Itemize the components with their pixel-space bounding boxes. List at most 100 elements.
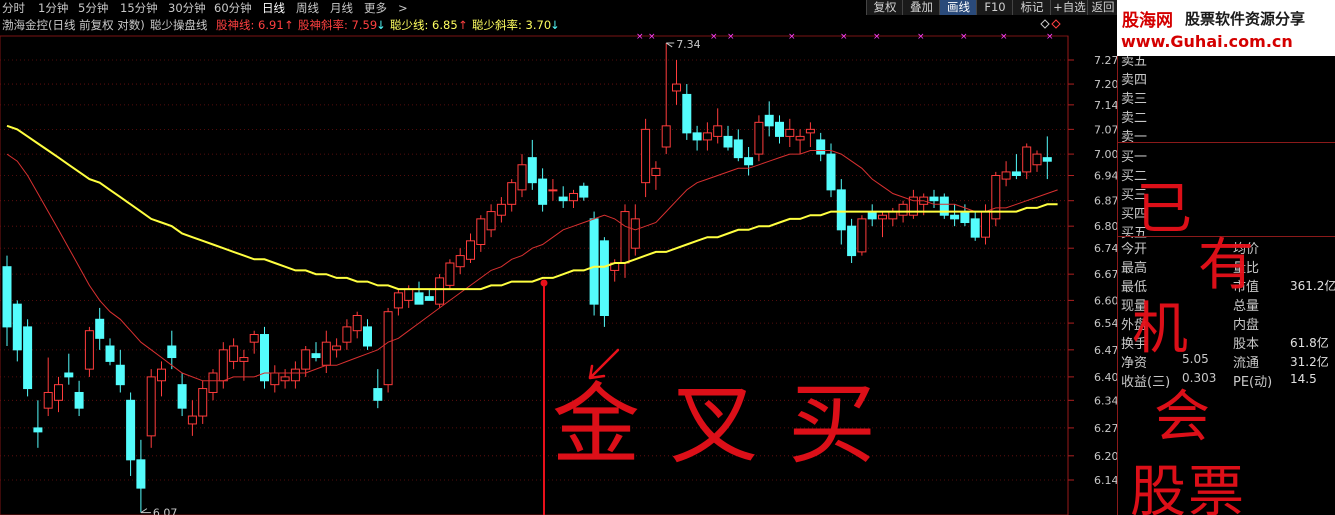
low-pointer xyxy=(140,508,151,514)
candle-body-15 xyxy=(157,368,166,382)
period-tab-1[interactable]: 1分钟 xyxy=(38,0,68,16)
toolbar-button-3[interactable]: F10 xyxy=(976,0,1013,15)
candle-body-42 xyxy=(435,277,445,305)
hand-side-char-1: 有 xyxy=(1198,233,1254,298)
period-tab-9[interactable]: 更多 xyxy=(364,0,387,16)
candle-body-7 xyxy=(74,391,84,409)
toolbar-button-5[interactable]: +自选 xyxy=(1050,0,1088,15)
price-tick-17: 6.14 xyxy=(1094,474,1117,487)
candle-body-101 xyxy=(1042,157,1052,162)
formula-name[interactable]: 聪少操盘线 xyxy=(150,17,208,33)
price-tick-7: 6.80 xyxy=(1094,220,1117,233)
candle-body-27 xyxy=(280,376,290,382)
candle-body-17 xyxy=(177,384,187,409)
period-tab-5[interactable]: 60分钟 xyxy=(214,0,252,16)
candle-body-82 xyxy=(847,225,857,257)
candle-body-11 xyxy=(115,364,125,386)
candle-body-20 xyxy=(208,372,218,393)
stock-title[interactable]: 渤海金控(日线 前复权 对数) xyxy=(2,17,145,33)
candle-body-97 xyxy=(1001,171,1011,180)
candle-body-34 xyxy=(352,314,362,332)
candle-body-85 xyxy=(878,214,887,220)
period-tab-4[interactable]: 30分钟 xyxy=(168,0,206,16)
candle-body-45 xyxy=(466,240,475,260)
candle-body-61 xyxy=(630,218,640,249)
candle-body-93 xyxy=(960,211,970,224)
candle-body-24 xyxy=(249,334,259,343)
candle-body-70 xyxy=(723,135,733,148)
panel-handwriting: 已有机会股票 xyxy=(1130,177,1254,515)
toolbar-button-2[interactable]: 画线 xyxy=(939,0,977,15)
signal-marker-2: × xyxy=(710,32,718,42)
signal-marker-0: × xyxy=(636,32,644,42)
signal-marker-6: × xyxy=(873,32,881,42)
price-tick-5: 6.94 xyxy=(1094,169,1117,182)
candle-body-1 xyxy=(12,303,22,351)
candle-body-50 xyxy=(517,164,527,191)
period-tab-8[interactable]: 月线 xyxy=(330,0,353,16)
price-tick-10: 6.60 xyxy=(1094,294,1117,307)
kline-chart[interactable]: 7.27 7.20 7.14 7.07 7.00 6.94 6.87 6.80 6.74 6.67… xyxy=(0,0,1117,515)
candle-body-5 xyxy=(54,384,63,401)
period-tab-7[interactable]: 周线 xyxy=(296,0,319,16)
handwritten-annotation: 金叉买 xyxy=(540,279,876,515)
candle-body-38 xyxy=(393,292,403,309)
candle-body-65 xyxy=(672,83,681,92)
price-tick-14: 6.34 xyxy=(1094,394,1117,407)
period-toolbar: 分时 1分钟 5分钟 15分钟 30分钟 60分钟 日线 周线 月线 更多 > 复权 叠加 画线 F10 标记… xyxy=(0,0,1118,16)
candle-body-31 xyxy=(321,341,331,366)
price-tick-16: 6.20 xyxy=(1094,450,1117,463)
candle-body-98 xyxy=(1011,171,1021,176)
candle-body-18 xyxy=(187,415,197,425)
indicator-info-bar: 渤海金控(日线 前复权 对数) 聪少操盘线 股神线: 6.91 ↑ 股神斜率: … xyxy=(0,17,1070,33)
chart-frame xyxy=(0,35,1069,515)
toolbar-button-1[interactable]: 叠加 xyxy=(902,0,940,15)
gs-up-arrow-icon: ↑ xyxy=(284,18,294,32)
price-tick-6: 6.87 xyxy=(1094,195,1117,208)
candle-body-26 xyxy=(270,372,280,386)
candle-body-76 xyxy=(785,128,795,137)
candle-body-22 xyxy=(229,345,239,362)
candle-body-48 xyxy=(496,203,506,216)
candle-body-56 xyxy=(579,185,589,198)
candle-body-86 xyxy=(888,211,898,220)
candle-body-66 xyxy=(682,93,692,134)
gs-slope-down-arrow-icon: ↓ xyxy=(376,18,386,32)
cs-line-value: 聪少线: 6.85 xyxy=(390,18,458,32)
candle-body-9 xyxy=(95,318,105,339)
candle-body-21 xyxy=(218,349,228,382)
candle-body-8 xyxy=(84,330,94,370)
period-tab-6[interactable]: 日线 xyxy=(262,0,285,16)
period-tab-3[interactable]: 15分钟 xyxy=(120,0,158,16)
candle-body-74 xyxy=(764,114,774,127)
candle-body-39 xyxy=(404,288,414,301)
candle-body-83 xyxy=(857,218,867,253)
hand-side-char-4: 股 xyxy=(1130,460,1186,515)
hand-side-char-2: 机 xyxy=(1132,297,1188,362)
cs-up-arrow-icon: ↑ xyxy=(458,18,468,32)
candle-body-75 xyxy=(775,121,784,137)
toolbar-button-4[interactable]: 标记 xyxy=(1012,0,1051,15)
candle-body-100 xyxy=(1032,153,1042,166)
candle-body-29 xyxy=(301,349,311,370)
candle-body-72 xyxy=(744,157,754,166)
candle-body-41 xyxy=(424,296,434,301)
period-tab-0[interactable]: 分时 xyxy=(2,0,25,16)
low-price-label: 6.07 xyxy=(153,507,178,515)
candle-body-78 xyxy=(805,128,815,134)
toolbar-button-6[interactable]: 返回 xyxy=(1087,0,1118,15)
period-tab-2[interactable]: 5分钟 xyxy=(78,0,108,16)
candle-body-77 xyxy=(795,135,805,141)
signal-marker-5: × xyxy=(840,32,848,42)
period-tab-10[interactable]: > xyxy=(398,0,408,16)
price-tick-11: 6.54 xyxy=(1094,317,1117,330)
price-tick-9: 6.67 xyxy=(1094,268,1117,281)
toolbar-button-0[interactable]: 复权 xyxy=(866,0,903,15)
candle-body-47 xyxy=(486,211,496,231)
candle-body-95 xyxy=(981,211,990,238)
price-tick-13: 6.40 xyxy=(1094,371,1117,384)
candle-body-3 xyxy=(33,427,43,433)
candle-body-67 xyxy=(692,132,702,141)
candle-body-64 xyxy=(661,125,671,148)
price-tick-2: 7.14 xyxy=(1094,99,1117,112)
